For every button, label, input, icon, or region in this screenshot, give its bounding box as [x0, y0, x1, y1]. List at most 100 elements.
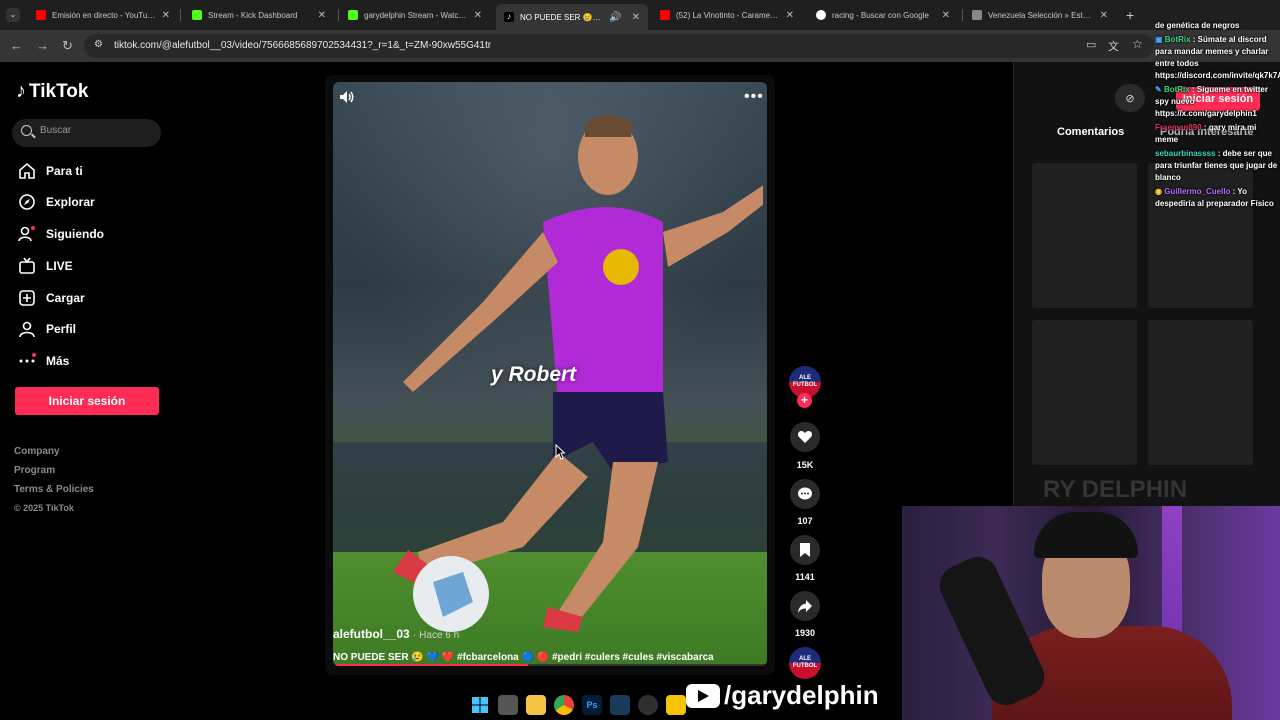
- url-field[interactable]: ⚙ tiktok.com/@alefutbol__03/video/756668…: [84, 34, 1154, 58]
- site-info-icon[interactable]: ⚙: [94, 39, 103, 50]
- nav-label: Para ti: [46, 164, 83, 178]
- chat-message: Fraeman890 : gary mira mi meme: [1155, 123, 1257, 144]
- browser-tab-bar: ⌄ Emisión en directo - YouTube ✕ Stream …: [0, 0, 1280, 30]
- video-progress-fill: [333, 664, 529, 666]
- url-text: tiktok.com/@alefutbol__03/video/75666856…: [114, 40, 492, 51]
- kick-favicon-icon: [348, 10, 358, 20]
- video-progress-bar[interactable]: [333, 664, 767, 666]
- search-input[interactable]: [40, 125, 155, 136]
- back-icon[interactable]: ←: [10, 38, 23, 53]
- google-favicon-icon: [816, 10, 826, 20]
- bookmark-star-icon[interactable]: ☆: [1132, 37, 1143, 51]
- tab-kick-stream[interactable]: garydelphin Stream - Watch L ✕: [340, 4, 490, 26]
- taskview-icon[interactable]: [498, 695, 518, 715]
- tab-google-search[interactable]: racing - Buscar con Google ✕: [808, 4, 958, 26]
- more-options-icon[interactable]: •••: [744, 88, 764, 106]
- folder-icon[interactable]: [526, 695, 546, 715]
- close-tab-icon[interactable]: ✕: [474, 10, 482, 21]
- tab-venezuela-stats[interactable]: Venezuela Selección » Estadís ✕: [964, 4, 1116, 26]
- streamer-cap: [1034, 512, 1138, 558]
- bookmark-icon: [800, 543, 810, 557]
- cast-icon[interactable]: ▭: [1086, 38, 1096, 51]
- mouse-cursor-icon: [555, 444, 565, 460]
- nav-item-explorar[interactable]: Explorar: [18, 193, 95, 211]
- chat-user: BotRix: [1164, 35, 1191, 44]
- close-tab-icon[interactable]: ✕: [318, 10, 326, 21]
- tab-tiktok-active[interactable]: ♪ NO PUEDE SER 😢💙❤️ 🔊 ✕: [496, 4, 648, 30]
- warning-icon[interactable]: [666, 695, 686, 715]
- chat-message: de genética de negros: [1155, 20, 1280, 32]
- kick-favicon-icon: [192, 10, 202, 20]
- profile-icon: [18, 320, 36, 338]
- nav-item-live[interactable]: LIVE: [18, 257, 73, 275]
- close-tab-icon[interactable]: ✕: [786, 10, 794, 21]
- speaker-tab-icon[interactable]: 🔊: [609, 12, 621, 23]
- close-tab-icon[interactable]: ✕: [942, 10, 950, 21]
- share-button[interactable]: [790, 591, 820, 621]
- forward-icon[interactable]: →: [36, 38, 49, 53]
- avatar-text: ALE FUTBOL: [792, 375, 818, 388]
- follow-plus-icon[interactable]: +: [797, 393, 812, 408]
- avatar-text: ALE FUTBOL: [792, 656, 818, 669]
- logo-text: TikTok: [29, 80, 89, 102]
- close-tab-icon[interactable]: ✕: [162, 10, 170, 21]
- login-button[interactable]: Iniciar sesión: [15, 387, 159, 415]
- channel-handle: /garydelphin: [724, 680, 879, 710]
- app-icon[interactable]: [610, 695, 630, 715]
- footer-program-link[interactable]: Program: [14, 465, 55, 476]
- footer-terms-link[interactable]: Terms & Policies: [14, 484, 94, 495]
- like-count: 15K: [796, 460, 814, 470]
- sound-icon[interactable]: [338, 88, 356, 106]
- author-name[interactable]: alefutbol__03: [333, 627, 410, 641]
- obs-icon[interactable]: [638, 695, 658, 715]
- more-icon: [18, 352, 36, 370]
- tab-kick-dashboard[interactable]: Stream - Kick Dashboard ✕: [184, 4, 334, 26]
- windows-taskbar: Ps: [460, 690, 700, 720]
- tab-separator: [180, 9, 181, 21]
- next-creator-avatar[interactable]: ALE FUTBOL: [789, 647, 821, 679]
- share-icon: [798, 600, 812, 613]
- suggested-video-thumb[interactable]: [1032, 163, 1137, 308]
- like-button[interactable]: [790, 422, 820, 452]
- footer-company-link[interactable]: Company: [14, 446, 60, 457]
- tiktok-logo[interactable]: ♪ TikTok: [16, 80, 88, 103]
- live-icon: [18, 257, 36, 275]
- close-tab-icon[interactable]: ✕: [1100, 10, 1108, 21]
- stream-chat-overlay: de genética de negros ▣ BotRix : Súmate …: [1155, 20, 1280, 212]
- suggested-video-thumb[interactable]: [1032, 320, 1137, 465]
- new-tab-icon[interactable]: +: [1126, 7, 1134, 23]
- tab-youtube-vinotinto[interactable]: (52) La Vinotinto - Caramelos ✕: [652, 4, 802, 26]
- chrome-icon[interactable]: [554, 695, 574, 715]
- upload-icon: [18, 289, 36, 307]
- nav-item-para-ti[interactable]: Para ti: [18, 162, 83, 180]
- tab-title: racing - Buscar con Google: [832, 10, 929, 20]
- nav-label: Explorar: [46, 195, 95, 209]
- save-button[interactable]: [790, 535, 820, 565]
- tab-title: Stream - Kick Dashboard: [208, 10, 298, 20]
- nav-item-siguiendo[interactable]: Siguiendo: [18, 225, 104, 243]
- nav-item-mas[interactable]: Más: [18, 352, 69, 370]
- tab-separator: [338, 9, 339, 21]
- suggested-video-thumb[interactable]: [1148, 320, 1253, 465]
- compass-icon: [18, 193, 36, 211]
- photoshop-icon[interactable]: Ps: [582, 695, 602, 715]
- microphone-icon: [933, 550, 1051, 712]
- tab-list-dropdown-icon[interactable]: ⌄: [6, 8, 20, 22]
- nav-label: Cargar: [46, 291, 85, 305]
- post-time: · Hace 6 h: [413, 630, 460, 641]
- nav-item-cargar[interactable]: Cargar: [18, 289, 85, 307]
- tiktok-sidebar: ♪ TikTok Para ti Explorar Siguiendo LIVE…: [0, 62, 240, 720]
- messages-icon[interactable]: ⊘: [1115, 84, 1145, 112]
- tab-title: Venezuela Selección » Estadís: [988, 10, 1094, 20]
- comment-button[interactable]: [790, 479, 820, 509]
- close-tab-icon[interactable]: ✕: [632, 12, 640, 23]
- search-box[interactable]: [12, 119, 161, 147]
- nav-item-perfil[interactable]: Perfil: [18, 320, 76, 338]
- reload-icon[interactable]: ↻: [62, 38, 73, 54]
- video-author[interactable]: alefutbol__03 · Hace 6 h: [333, 627, 459, 641]
- translate-icon[interactable]: 文: [1108, 38, 1119, 54]
- tab-comments[interactable]: Comentarios: [1057, 126, 1124, 138]
- tab-youtube-live[interactable]: Emisión en directo - YouTube ✕: [28, 4, 178, 26]
- windows-icon[interactable]: [470, 695, 490, 715]
- chat-message: sebaurbinassss : debe ser que para triun…: [1155, 149, 1278, 182]
